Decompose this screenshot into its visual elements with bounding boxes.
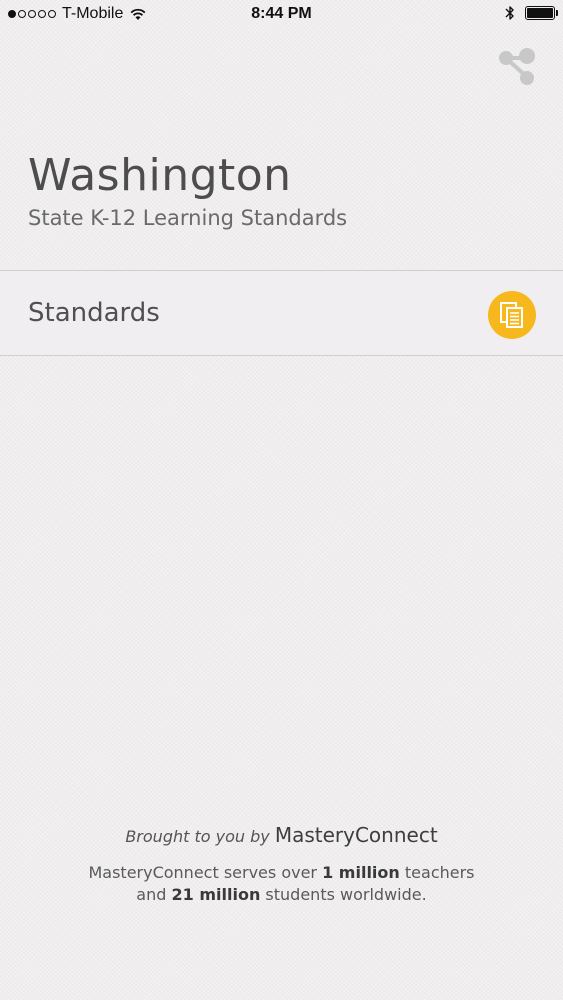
stats-text: students worldwide. (265, 885, 427, 904)
stats-text: and (136, 885, 167, 904)
battery-level-fill (527, 8, 553, 18)
list-item-label: Standards (28, 298, 160, 328)
brand-name: MasteryConnect (274, 823, 438, 847)
list-item-standards[interactable]: Standards (0, 271, 563, 355)
footer-stats: MasteryConnect serves over 1 million tea… (0, 862, 563, 906)
battery-icon (525, 6, 558, 20)
stats-line-1: MasteryConnect serves over 1 million tea… (0, 862, 563, 884)
page-title: Washington (28, 150, 292, 201)
share-icon (499, 48, 535, 85)
share-button[interactable] (496, 46, 540, 90)
stats-line-2: and 21 million students worldwide. (0, 884, 563, 906)
brought-by-line: Brought to you by MasteryConnect (0, 820, 563, 852)
brought-by-text: Brought to you by (125, 827, 270, 846)
status-bar: T-Mobile 8:44 PM (0, 0, 563, 30)
stats-students-count: 21 million (171, 885, 261, 904)
bluetooth-icon (505, 5, 515, 21)
header: Washington State K-12 Learning Standards (28, 148, 347, 232)
stats-text: teachers (404, 863, 475, 882)
page-subtitle: State K-12 Learning Standards (28, 206, 348, 230)
footer: Brought to you by MasteryConnect Mastery… (0, 820, 563, 906)
divider-bottom (0, 355, 563, 356)
documents-icon (488, 291, 536, 339)
stats-text: MasteryConnect serves over (88, 863, 317, 882)
stats-teachers-count: 1 million (322, 863, 400, 882)
status-right (505, 5, 558, 21)
status-time: 8:44 PM (251, 5, 312, 22)
